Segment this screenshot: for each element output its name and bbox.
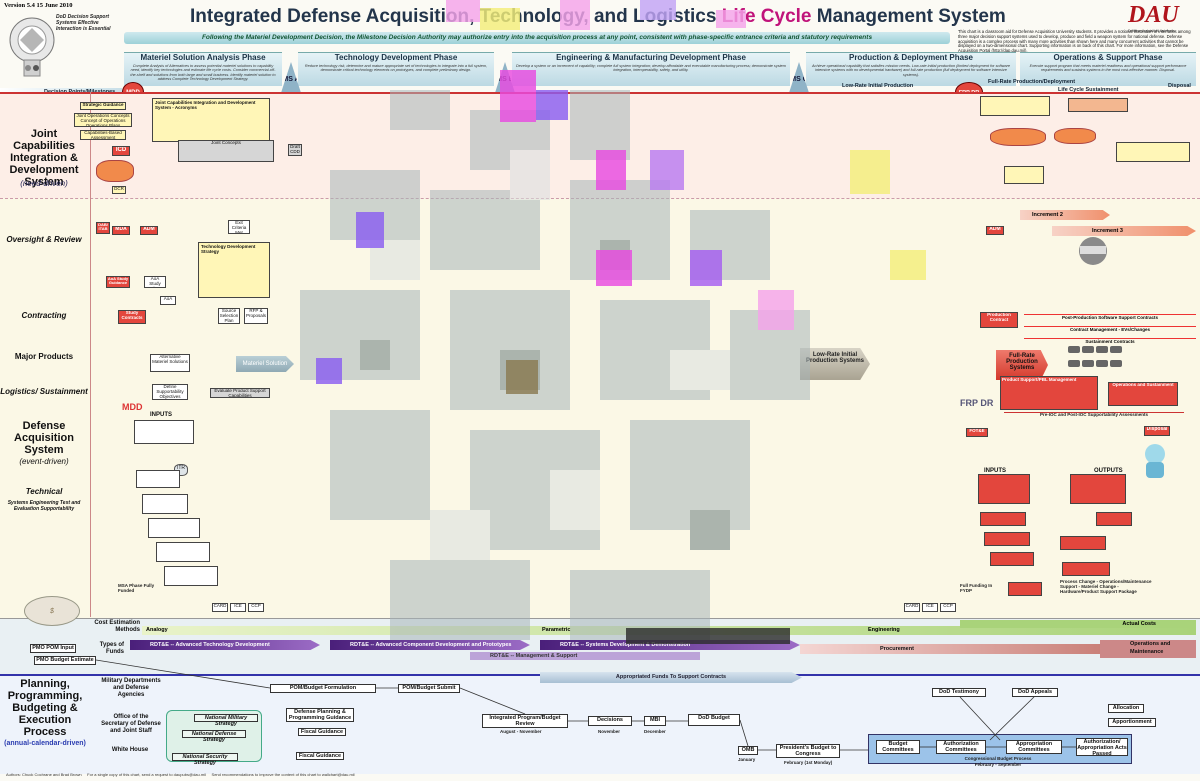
glitch-block (690, 250, 722, 286)
glitch-block (480, 8, 520, 30)
glitch-block (506, 360, 538, 394)
footer-improve: Send recommendations to improve the cont… (211, 772, 355, 777)
glitch-block (316, 358, 342, 384)
glitch-block (640, 0, 676, 20)
footer-copy: For a single copy of this chart, send a … (87, 772, 206, 777)
glitch-block (356, 212, 384, 248)
glitch-block (650, 150, 684, 190)
glitch-block (536, 90, 568, 120)
footer-authors: Authors: Chuck Cochrane and Brad Brown (6, 772, 82, 777)
glitch-block (850, 150, 890, 194)
glitch-block (626, 628, 790, 644)
footer: Authors: Chuck Cochrane and Brad Brown F… (6, 772, 355, 777)
glitch-block (560, 0, 590, 30)
glitch-block (716, 10, 746, 28)
glitch-block (596, 250, 632, 286)
lifecycle-wall-chart: Version 5.4 15 June 2010 DoD Decision Su… (0, 0, 1200, 781)
glitch-block (500, 70, 536, 122)
glitch-block (758, 290, 794, 330)
pixelated-overlay (300, 90, 810, 640)
glitch-block (446, 0, 480, 22)
glitch-block (596, 150, 626, 190)
glitch-block (890, 250, 926, 280)
